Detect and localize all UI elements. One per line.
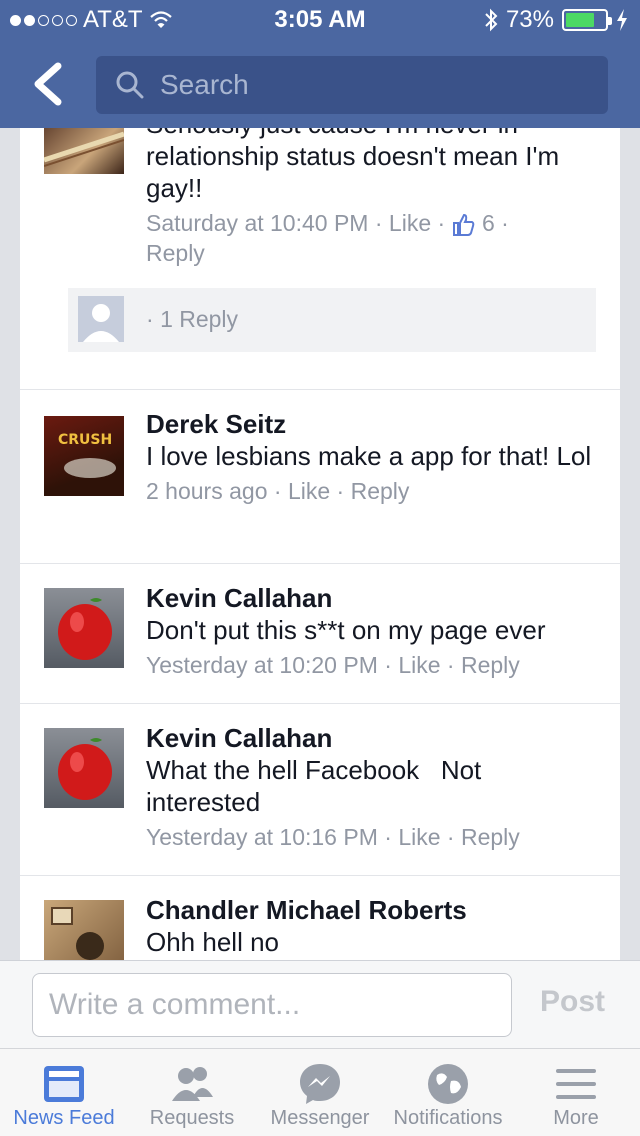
like-link[interactable]: Like bbox=[398, 824, 440, 850]
comments-list: Seriously just cause I'm never in relati… bbox=[20, 128, 620, 960]
avatar[interactable]: CRUSH bbox=[44, 416, 124, 496]
like-link[interactable]: Like bbox=[288, 478, 330, 504]
reply-link[interactable]: Reply bbox=[351, 478, 410, 504]
comment-meta: Yesterday at 10:20 PM · Like · Reply bbox=[146, 652, 520, 678]
commenter-name[interactable]: Chandler Michael Roberts bbox=[146, 894, 602, 926]
bluetooth-icon bbox=[485, 8, 498, 32]
battery-percent: 73% bbox=[505, 6, 554, 33]
tab-requests[interactable]: Requests bbox=[128, 1049, 256, 1136]
reply-avatar bbox=[78, 296, 124, 342]
comment-item: Seriously just cause I'm never in relati… bbox=[20, 128, 620, 390]
avatar[interactable] bbox=[44, 588, 124, 668]
like-link[interactable]: Like bbox=[398, 652, 440, 678]
tab-label: Notifications bbox=[393, 1107, 503, 1129]
comment-composer: Write a comment... Post bbox=[0, 960, 640, 1048]
like-link[interactable]: Like bbox=[389, 210, 431, 236]
tab-label: Requests bbox=[149, 1107, 235, 1129]
comment-item: Chandler Michael Roberts Ohh hell no bbox=[20, 876, 620, 960]
news-feed-icon bbox=[44, 1066, 84, 1102]
comment-meta: 2 hours ago · Like · Reply bbox=[146, 478, 410, 504]
like-count: 6 bbox=[481, 210, 495, 236]
tab-notifications[interactable]: Notifications bbox=[384, 1049, 512, 1136]
requests-icon bbox=[172, 1067, 213, 1101]
comment-time: Yesterday at 10:20 PM bbox=[146, 652, 378, 678]
comment-text: Don't put this s**t on my page ever bbox=[146, 615, 546, 645]
comment-text: What the hell Facebook Not interested bbox=[146, 755, 489, 817]
commenter-name[interactable]: Derek Seitz bbox=[146, 408, 602, 440]
comment-input[interactable]: Write a comment... bbox=[32, 973, 512, 1037]
avatar[interactable] bbox=[44, 128, 124, 174]
search-icon bbox=[116, 71, 144, 99]
tab-label: News Feed bbox=[13, 1107, 115, 1129]
comment-text: Seriously just cause I'm never in relati… bbox=[146, 128, 560, 203]
battery-icon bbox=[562, 9, 612, 31]
back-icon[interactable] bbox=[28, 62, 68, 106]
tab-label: Messenger bbox=[270, 1107, 370, 1129]
navigation-bar: Search bbox=[0, 40, 640, 128]
charging-icon bbox=[617, 9, 627, 31]
post-button[interactable]: Post bbox=[540, 985, 605, 1019]
commenter-name[interactable]: Kevin Callahan bbox=[146, 582, 602, 614]
search-placeholder: Search bbox=[160, 69, 249, 100]
more-icon bbox=[556, 1069, 596, 1099]
comment-time: Yesterday at 10:16 PM bbox=[146, 824, 378, 850]
replies-preview[interactable]: · 1 Reply bbox=[68, 288, 596, 352]
comment-item: Kevin Callahan What the hell Facebook No… bbox=[20, 704, 620, 876]
reply-link[interactable]: Reply bbox=[461, 652, 520, 678]
tab-bar: News Feed Requests Messenger Notificatio… bbox=[0, 1048, 640, 1136]
status-right-group: 73% bbox=[484, 6, 628, 34]
comment-meta: Yesterday at 10:16 PM · Like · Reply bbox=[146, 824, 520, 850]
comment-time: Saturday at 10:40 PM bbox=[146, 210, 369, 236]
comment-text: I love lesbians make a app for that! Lol bbox=[146, 441, 592, 471]
tab-messenger[interactable]: Messenger bbox=[256, 1049, 384, 1136]
comment-item: Kevin Callahan Don't put this s**t on my… bbox=[20, 564, 620, 704]
tab-news-feed[interactable]: News Feed bbox=[0, 1049, 128, 1136]
tab-label: More bbox=[553, 1107, 599, 1129]
search-input[interactable]: Search bbox=[96, 56, 608, 114]
avatar[interactable] bbox=[44, 728, 124, 808]
comment-item: CRUSH Derek Seitz I love lesbians make a… bbox=[20, 390, 620, 564]
reply-link[interactable]: Reply bbox=[461, 824, 520, 850]
commenter-name[interactable]: Kevin Callahan bbox=[146, 722, 602, 754]
status-bar: AT&T 3:05 AM 73% bbox=[0, 0, 640, 40]
messenger-icon bbox=[300, 1064, 340, 1104]
notifications-icon bbox=[428, 1064, 468, 1104]
avatar-text: CRUSH bbox=[58, 432, 112, 448]
reply-link[interactable]: Reply bbox=[146, 240, 205, 266]
avatar[interactable] bbox=[44, 900, 124, 960]
comment-text: Ohh hell no bbox=[146, 927, 279, 957]
comment-time: 2 hours ago bbox=[146, 478, 268, 504]
thumbs-up-icon bbox=[452, 213, 474, 236]
tab-more[interactable]: More bbox=[512, 1049, 640, 1136]
replies-count-link[interactable]: · 1 Reply bbox=[146, 306, 238, 333]
comment-meta: Saturday at 10:40 PM · Like · 6 · Reply bbox=[146, 210, 509, 266]
